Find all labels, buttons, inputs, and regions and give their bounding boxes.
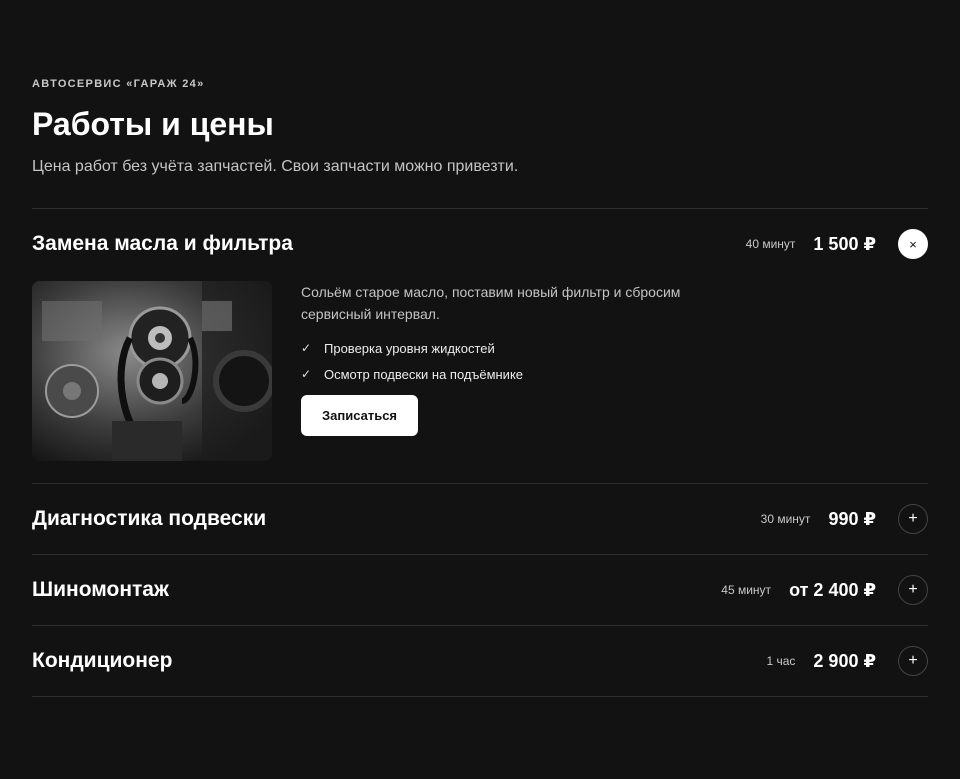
plus-icon: +: [908, 510, 918, 527]
service-item: Диагностика подвески 30 минут 990 ₽ +: [32, 484, 928, 555]
service-row-tires[interactable]: Шиномонтаж 45 минут от 2 400 ₽ +: [32, 555, 928, 625]
service-item: Кондиционер 1 час 2 900 ₽ +: [32, 626, 928, 697]
service-row-suspension[interactable]: Диагностика подвески 30 минут 990 ₽ +: [32, 484, 928, 554]
service-description: Сольём старое масло, поставим новый филь…: [301, 284, 681, 322]
service-duration: 1 час: [766, 654, 796, 668]
service-info: Сольём старое масло, поставим новый филь…: [301, 281, 721, 461]
check-icon: ✓: [301, 367, 312, 381]
service-price: от 2 400 ₽: [789, 579, 876, 600]
service-name: Шиномонтаж: [32, 578, 169, 601]
service-name: Кондиционер: [32, 649, 173, 672]
service-duration: 40 минут: [745, 237, 796, 251]
service-name: Диагностика подвески: [32, 507, 267, 530]
service-detail: Сольём старое масло, поставим новый филь…: [32, 279, 928, 483]
feature-label: Осмотр подвески на подъёмнике: [324, 366, 524, 382]
expand-button[interactable]: +: [898, 504, 928, 534]
close-icon: ×: [909, 236, 917, 252]
services-list: Замена масла и фильтра 40 минут 1 500 ₽ …: [32, 208, 928, 697]
plus-icon: +: [908, 652, 918, 669]
service-price: 990 ₽: [828, 508, 876, 529]
feature-item: ✓ Осмотр подвески на подъёмнике: [301, 361, 721, 387]
brand-eyebrow: АВТОСЕРВИС «ГАРАЖ 24»: [32, 78, 205, 90]
collapse-button[interactable]: ×: [898, 229, 928, 259]
feature-item: ✓ Проверка уровня жидкостей: [301, 335, 721, 361]
page-title: Работы и цены: [32, 106, 274, 142]
expand-button[interactable]: +: [898, 575, 928, 605]
book-button[interactable]: Записаться: [301, 395, 419, 436]
feature-label: Проверка уровня жидкостей: [324, 340, 495, 356]
service-duration: 45 минут: [721, 583, 772, 597]
service-price: 1 500 ₽: [813, 233, 876, 254]
plus-icon: +: [908, 581, 918, 598]
service-item: Шиномонтаж 45 минут от 2 400 ₽ +: [32, 555, 928, 626]
service-item: Замена масла и фильтра 40 минут 1 500 ₽ …: [32, 209, 928, 484]
service-row-ac[interactable]: Кондиционер 1 час 2 900 ₽ +: [32, 626, 928, 696]
service-name: Замена масла и фильтра: [32, 232, 293, 255]
services-page: АВТОСЕРВИС «ГАРАЖ 24» Работы и цены Цена…: [32, 0, 928, 697]
engine-photo: [32, 281, 272, 461]
expand-button[interactable]: +: [898, 646, 928, 676]
page-subtitle: Цена работ без учёта запчастей. Свои зап…: [32, 158, 519, 175]
service-row-oil-change[interactable]: Замена масла и фильтра 40 минут 1 500 ₽ …: [32, 209, 928, 279]
check-icon: ✓: [301, 341, 312, 355]
service-price: 2 900 ₽: [813, 650, 876, 671]
feature-list: ✓ Проверка уровня жидкостей ✓ Осмотр под…: [301, 335, 721, 387]
service-duration: 30 минут: [760, 512, 811, 526]
